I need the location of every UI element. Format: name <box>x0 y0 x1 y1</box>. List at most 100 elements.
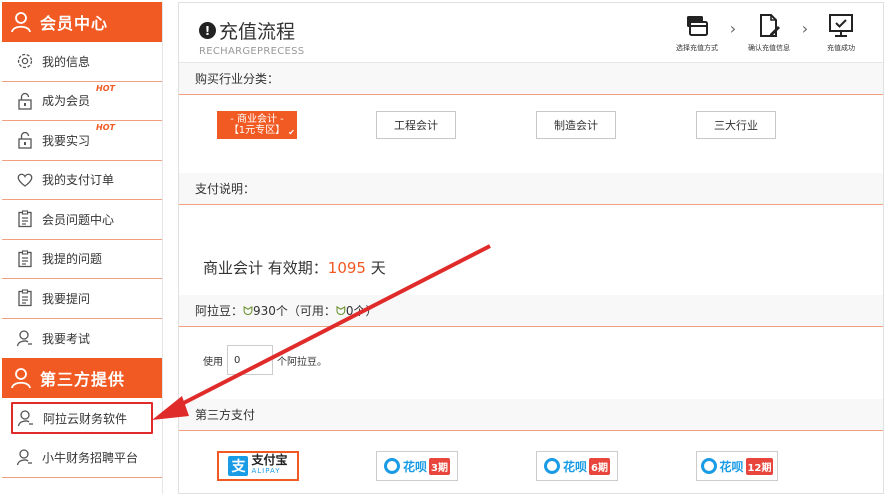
validity-unit: 天 <box>365 259 386 277</box>
alipay-name: 支付宝 <box>251 453 288 467</box>
payment-desc-body: 商业会计 有效期：1095 天 <box>179 205 883 295</box>
chevron-right-icon: › <box>801 19 809 38</box>
alipay-sub: ALIPAY <box>251 467 281 475</box>
beans-label: 阿拉豆： <box>195 304 244 318</box>
member-center-header: 会员中心 <box>2 2 162 42</box>
page-subtitle: RECHARGEPRECESS <box>199 46 305 57</box>
industry-options: - 商业会计 - 【1元专区】 ✔ 工程会计 制造会计 三大行业 <box>179 95 883 173</box>
check-icon: ✔ <box>288 128 295 137</box>
sidebar-item-take-exam[interactable]: 我要考试 <box>2 319 162 359</box>
clipboard-icon <box>18 250 32 267</box>
alipay-button[interactable]: 支 支付宝 ALIPAY <box>217 451 299 481</box>
beans-available: 0个） <box>345 304 378 318</box>
sidebar-item-label: 成为会员 <box>42 94 91 109</box>
bean-icon: ᗢ <box>335 304 346 318</box>
heart-icon <box>17 173 33 187</box>
third-pay-options: 支 支付宝 ALIPAY 花呗 3期 花呗 6期 花呗 12期 <box>179 431 883 491</box>
sidebar-item-alayun-software[interactable]: 阿拉云财务软件 <box>11 402 153 434</box>
step-select-method: 选择充值方式 <box>667 13 727 53</box>
sidebar-item-ask-question[interactable]: 我要提问 <box>2 279 162 319</box>
validity-days: 1095 <box>327 259 366 277</box>
sidebar-item-label: 我要实习 <box>42 133 91 148</box>
sidebar: 会员中心 我的信息 成为会员 HOT 我要实习 HOT 我的支付订单 会员问题中… <box>2 2 163 494</box>
sidebar-item-my-questions[interactable]: 我提的问题 <box>2 240 162 279</box>
industry-three-major[interactable]: 三大行业 <box>696 111 776 139</box>
huabei-12-button[interactable]: 花呗 12期 <box>696 451 778 481</box>
huabei-icon <box>544 458 560 474</box>
option-label: 三大行业 <box>714 119 758 132</box>
installment-badge: 3期 <box>429 457 450 475</box>
step-label: 充值成功 <box>827 44 855 52</box>
user-icon <box>16 330 32 347</box>
main-panel: ! 充值流程 RECHARGEPRECESS 选择充值方式 › 确认充值信息 ›… <box>178 2 884 494</box>
huabei-6-button[interactable]: 花呗 6期 <box>536 451 618 481</box>
lock-icon <box>18 132 32 149</box>
user-icon <box>17 410 33 427</box>
gear-icon <box>17 54 33 69</box>
sidebar-item-payment-orders[interactable]: 我的支付订单 <box>2 161 162 200</box>
member-center-title: 会员中心 <box>40 14 109 33</box>
page-header: ! 充值流程 RECHARGEPRECESS 选择充值方式 › 确认充值信息 ›… <box>179 3 883 63</box>
beans-body: 使用 个阿拉豆。 <box>179 327 883 399</box>
page-title: 充值流程 <box>219 21 296 43</box>
payment-desc-heading: 支付说明： <box>179 173 883 205</box>
sidebar-item-label: 我的信息 <box>42 54 91 69</box>
clipboard-icon <box>18 210 32 228</box>
beans-unit-label: 个阿拉豆。 <box>277 356 327 368</box>
sidebar-item-label: 小牛财务招聘平台 <box>42 450 139 465</box>
option-line1: - 商业会计 - <box>230 114 284 125</box>
chevron-right-icon: › <box>729 19 737 38</box>
huabei-3-button[interactable]: 花呗 3期 <box>376 451 458 481</box>
progress-steps: 选择充值方式 › 确认充值信息 › 充值成功 <box>667 13 871 53</box>
industry-engineering-accounting[interactable]: 工程会计 <box>376 111 456 139</box>
step-success: 充值成功 <box>811 13 871 53</box>
beans-heading: 阿拉豆：ᗢ930个（可用：ᗢ0个） <box>179 295 883 327</box>
hot-badge: HOT <box>96 83 115 93</box>
option-label: 制造会计 <box>554 119 598 132</box>
huabei-icon <box>384 458 400 474</box>
sidebar-item-become-member[interactable]: 成为会员 HOT <box>2 82 162 121</box>
option-line2: 【1元专区】 <box>228 125 286 136</box>
user-icon <box>11 368 31 389</box>
sidebar-item-label: 我的支付订单 <box>42 173 115 188</box>
alipay-icon: 支 <box>228 456 249 476</box>
use-label: 使用 <box>203 356 223 368</box>
sidebar-item-label: 阿拉云财务软件 <box>43 411 128 426</box>
validity-text: 商业会计 有效期：1095 天 <box>203 257 386 278</box>
user-icon <box>16 449 32 466</box>
huabei-name: 花呗 <box>719 459 744 474</box>
beans-total: 930个（可用： <box>252 304 336 318</box>
step-label: 选择充值方式 <box>676 44 718 52</box>
clipboard-icon <box>18 289 32 307</box>
sidebar-item-xiaoniu-recruit[interactable]: 小牛财务招聘平台 <box>2 438 162 478</box>
sidebar-item-my-info[interactable]: 我的信息 <box>2 42 162 82</box>
exclamation-icon: ! <box>199 22 216 39</box>
sidebar-item-internship[interactable]: 我要实习 HOT <box>2 121 162 161</box>
sidebar-item-label: 我要提问 <box>42 291 91 306</box>
option-label: 工程会计 <box>394 119 438 132</box>
third-party-title: 第三方提供 <box>40 370 126 389</box>
monitor-check-icon <box>829 14 853 37</box>
step-label: 确认充值信息 <box>748 44 790 52</box>
beans-quantity-input[interactable] <box>227 345 273 375</box>
sidebar-item-label: 我要考试 <box>42 331 91 346</box>
industry-commercial-accounting[interactable]: - 商业会计 - 【1元专区】 ✔ <box>217 111 297 139</box>
huabei-name: 花呗 <box>403 459 428 474</box>
huabei-name: 花呗 <box>563 459 588 474</box>
sidebar-item-label: 会员问题中心 <box>42 212 115 227</box>
document-edit-icon <box>760 14 780 37</box>
validity-prefix: 商业会计 有效期： <box>203 259 328 277</box>
industry-manufacturing-accounting[interactable]: 制造会计 <box>536 111 616 139</box>
industry-heading: 购买行业分类： <box>179 63 883 95</box>
installment-badge: 12期 <box>745 457 774 475</box>
sidebar-item-question-center[interactable]: 会员问题中心 <box>2 200 162 240</box>
installment-badge: 6期 <box>589 457 610 475</box>
user-icon <box>11 12 31 33</box>
lock-icon <box>18 92 32 110</box>
bean-icon: ᗢ <box>243 304 253 318</box>
third-pay-heading: 第三方支付 <box>179 399 883 431</box>
hot-badge: HOT <box>96 123 115 132</box>
card-select-icon <box>687 16 708 36</box>
step-confirm-info: 确认充值信息 <box>739 13 799 53</box>
third-party-header: 第三方提供 <box>2 358 162 398</box>
